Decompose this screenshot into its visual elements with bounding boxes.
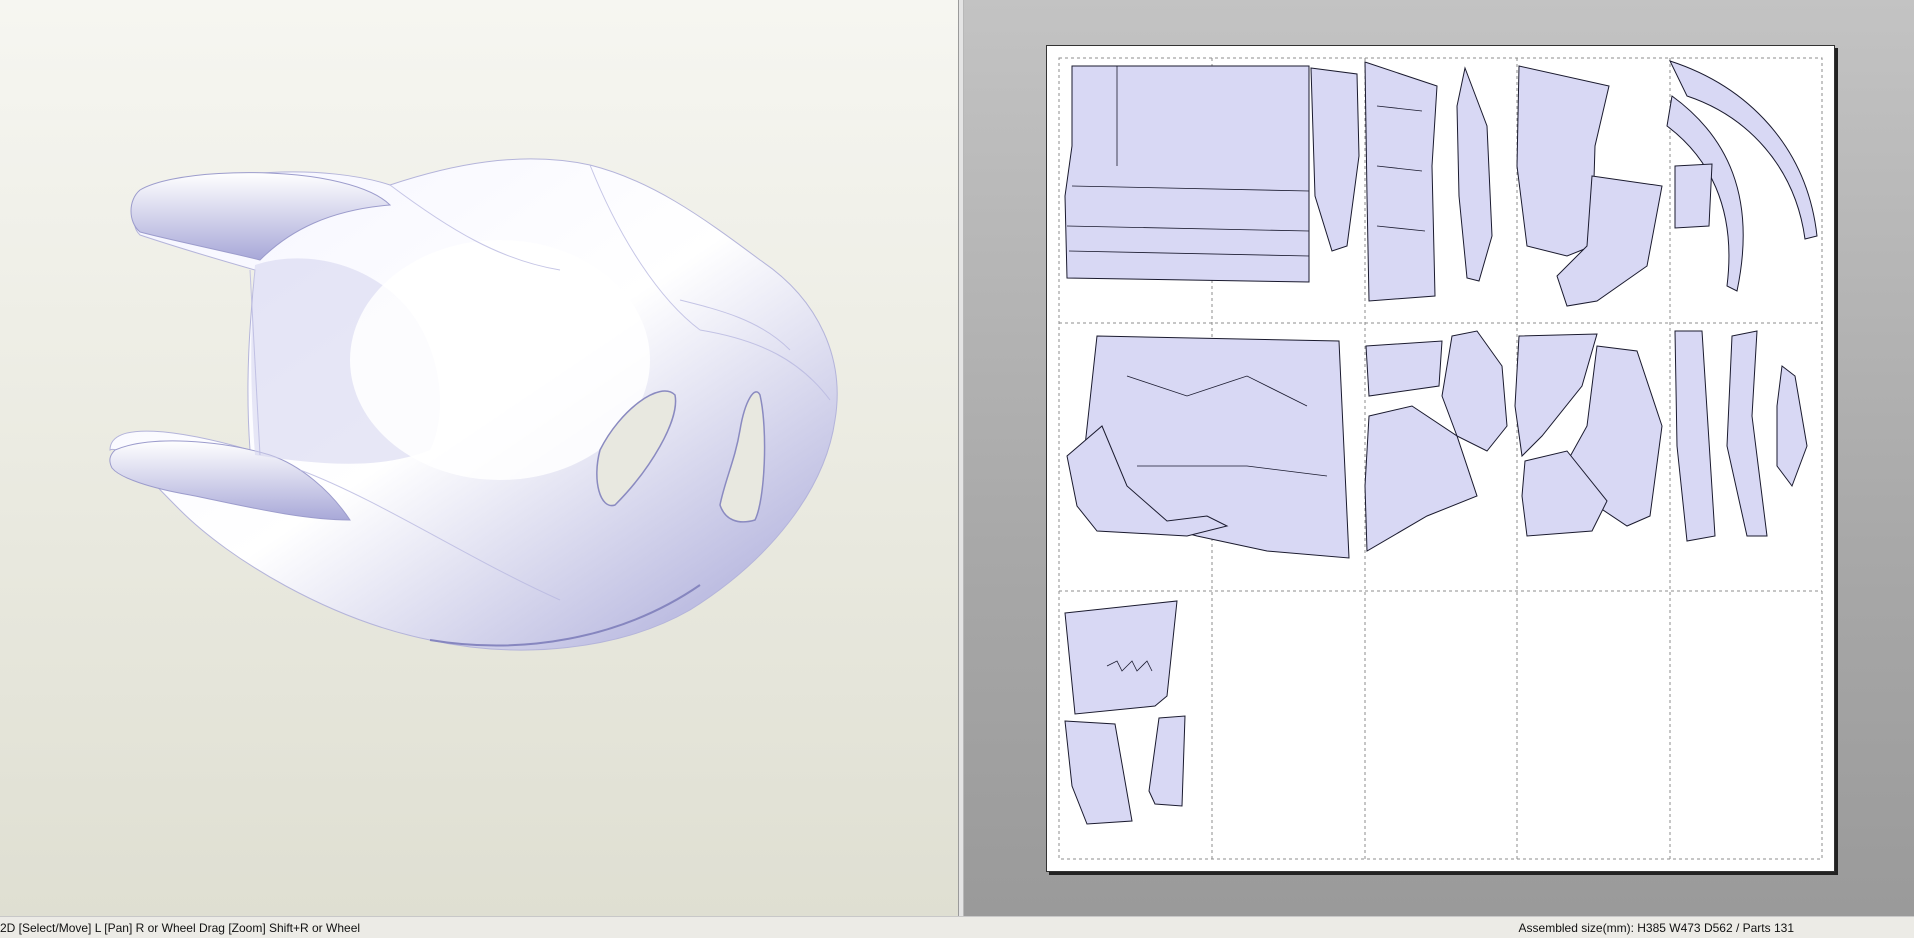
- part-21: [1064, 600, 1178, 715]
- status-assembled-size: Assembled size(mm): H385 W473 D562 / Par…: [1518, 921, 1794, 935]
- status-help-text: 2D [Select/Move] L [Pan] R or Wheel Drag…: [0, 921, 361, 935]
- part-4: [1456, 66, 1493, 282]
- part-18: [1674, 330, 1716, 542]
- part-2: [1310, 67, 1360, 252]
- unfolded-part-icon[interactable]: [1047, 46, 1834, 871]
- part-1: [1064, 65, 1310, 283]
- part-19: [1726, 330, 1768, 537]
- part-20: [1776, 365, 1808, 488]
- 3d-view-pane[interactable]: [0, 0, 958, 916]
- unfolded-parts: [1064, 60, 1818, 825]
- part-3: [1364, 61, 1438, 302]
- status-bar: 2D [Select/Move] L [Pan] R or Wheel Drag…: [0, 916, 1914, 938]
- mask-model-icon[interactable]: [0, 0, 958, 916]
- part-22: [1064, 720, 1133, 825]
- part-9: [1674, 163, 1713, 229]
- part-12: [1365, 340, 1443, 397]
- part-23: [1148, 715, 1186, 807]
- print-sheet: [1046, 45, 1835, 872]
